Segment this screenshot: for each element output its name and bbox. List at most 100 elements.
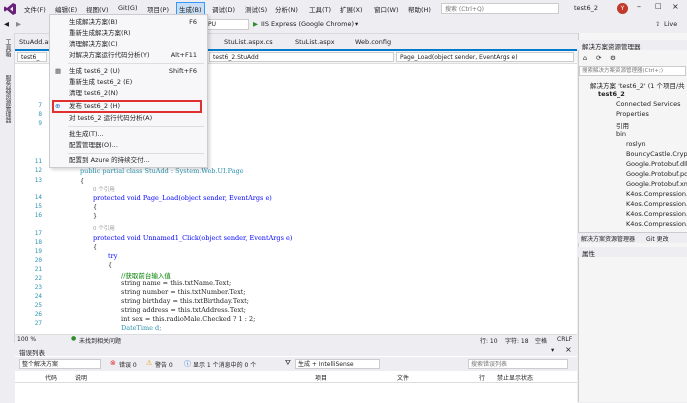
- tree-item[interactable]: Properties: [616, 110, 649, 118]
- tree-item[interactable]: K4os.Compression.L: [626, 220, 687, 228]
- solution-explorer-title: 解决方案资源管理器: [582, 43, 641, 51]
- close-icon[interactable]: ×: [672, 2, 679, 11]
- menu-item-analyze-project[interactable]: 对 test6_2 运行代码分析(A): [50, 113, 207, 124]
- menu-item-build-solution[interactable]: 生成解决方案(B) F6: [50, 17, 207, 28]
- tree-item[interactable]: Connected Services: [616, 100, 680, 108]
- tree-item[interactable]: BouncyCastle.Crypt: [626, 150, 687, 158]
- project-dropdown[interactable]: test6_: [17, 52, 47, 62]
- menu-project[interactable]: 项目(P): [147, 4, 169, 14]
- editor-status-bar: 100 % ● 未找到相关问题 行: 10 字符: 18 空格 CRLF: [15, 334, 577, 345]
- run-target-button[interactable]: IIS Express (Google Chrome): [261, 20, 354, 28]
- tree-item[interactable]: K4os.Compression.L: [626, 200, 687, 208]
- error-table-header: 代码 说明 项目 文件 行 禁止显示状态: [15, 372, 577, 383]
- menu-separator: [68, 63, 204, 64]
- build-icon: ▦: [55, 67, 62, 75]
- tree-solution[interactable]: 解决方案 'test6_2' (1 个项目/共: [590, 80, 685, 90]
- warning-count-button[interactable]: 警告 0: [155, 360, 173, 369]
- menu-file[interactable]: 文件(F): [24, 4, 46, 14]
- menu-test[interactable]: 测试(S): [245, 4, 267, 14]
- menu-extensions[interactable]: 扩展(X): [340, 4, 363, 14]
- scope-dropdown[interactable]: 整个解决方案: [19, 359, 101, 369]
- tree-item[interactable]: K4os.Compression.L: [626, 190, 687, 198]
- zoom-level[interactable]: 100 %: [17, 336, 36, 343]
- toolbox-tab[interactable]: 工具箱: [3, 39, 12, 57]
- tree-item[interactable]: roslyn: [626, 140, 646, 148]
- tab-web-config[interactable]: Web.config: [351, 37, 395, 49]
- menu-item-batch-build[interactable]: 批生成(T)...: [50, 129, 207, 140]
- menu-item-clean-solution[interactable]: 清理解决方案(C): [50, 39, 207, 50]
- minimize-icon[interactable]: –: [637, 2, 641, 11]
- code-line: string name = this.txtName.Text;: [121, 279, 232, 287]
- col-description[interactable]: 说明: [75, 373, 87, 382]
- tab-solution-explorer[interactable]: 解决方案资源管理器: [581, 234, 635, 243]
- menu-edit[interactable]: 编辑(E): [55, 4, 77, 14]
- menu-separator: [68, 126, 204, 127]
- home-icon[interactable]: ⌂: [583, 54, 587, 62]
- forward-icon[interactable]: ▶: [16, 20, 21, 28]
- col-file[interactable]: 文件: [397, 373, 409, 382]
- code-brace: {: [80, 177, 85, 185]
- tree-item[interactable]: bin: [616, 130, 626, 138]
- chevron-down-icon[interactable]: ▾: [355, 20, 358, 28]
- error-search-input[interactable]: 搜索错误列表: [468, 359, 568, 369]
- menu-help[interactable]: 帮助(H): [408, 4, 431, 14]
- tab-stulist-aspx[interactable]: StuList.aspx: [291, 37, 339, 49]
- col-line[interactable]: 行: [479, 373, 485, 382]
- code-line: string address = this.txtAddress.Text;: [121, 306, 246, 314]
- menu-item-config-manager[interactable]: 配置管理器(O)...: [50, 140, 207, 151]
- solution-search-input[interactable]: 搜索解决方案资源管理器(Ctrl+;): [579, 66, 686, 76]
- menu-debug[interactable]: 调试(D): [212, 4, 235, 14]
- menu-view[interactable]: 视图(V): [86, 4, 109, 14]
- col-suppression[interactable]: 禁止显示状态: [497, 373, 533, 382]
- menu-item-analyze-solution[interactable]: 对解决方案运行代码分析(Y) Alt+F11: [50, 50, 207, 61]
- back-icon[interactable]: ◀: [4, 20, 9, 28]
- solution-explorer-header: 解决方案资源管理器: [578, 40, 687, 51]
- live-share-button[interactable]: Live: [664, 20, 677, 28]
- error-icon: ⊗: [110, 359, 116, 367]
- col-code[interactable]: 代码: [45, 373, 57, 382]
- maximize-icon[interactable]: □: [655, 2, 662, 10]
- properties-header: 属性: [578, 247, 687, 258]
- info-icon: ⓘ: [184, 360, 191, 368]
- platform-dropdown[interactable]: PU: [205, 19, 249, 30]
- code-brace: }: [93, 212, 98, 220]
- tree-item[interactable]: Google.Protobuf.pd: [626, 170, 687, 178]
- build-source-dropdown[interactable]: 生成 + IntelliSense: [295, 359, 380, 369]
- tree-item[interactable]: 引用: [616, 120, 629, 130]
- menu-item-rebuild-solution[interactable]: 重新生成解决方案(R): [50, 28, 207, 39]
- tab-stulist-aspx-cs[interactable]: StuList.aspx.cs: [220, 37, 277, 49]
- settings-icon[interactable]: ⚙: [610, 54, 616, 62]
- sync-icon[interactable]: ⟳: [596, 54, 601, 62]
- menu-item-clean-project[interactable]: 清理 test6_2(N): [50, 88, 207, 99]
- tree-item[interactable]: Google.Protobuf.xm: [626, 180, 687, 188]
- server-explorer-tab[interactable]: 服务器资源管理器: [3, 75, 12, 123]
- spaces-indicator[interactable]: 空格: [535, 336, 547, 345]
- warning-icon: ⚠: [146, 359, 153, 367]
- live-share-icon[interactable]: ⇪: [655, 20, 660, 28]
- run-icon[interactable]: ▶: [253, 20, 258, 28]
- col-project[interactable]: 项目: [315, 373, 327, 382]
- menu-window[interactable]: 窗口(W): [374, 4, 399, 14]
- menu-tools[interactable]: 工具(T): [309, 4, 331, 14]
- menu-item-build-project[interactable]: ▦ 生成 test6_2 (U) Shift+F6: [50, 66, 207, 77]
- menu-analyze[interactable]: 分析(N): [275, 4, 298, 14]
- tree-item[interactable]: Google.Protobuf.dll: [626, 160, 687, 168]
- menu-git[interactable]: Git(G): [118, 4, 138, 12]
- member-dropdown[interactable]: Page_Load(object sender, EventArgs e): [396, 52, 574, 62]
- code-class-decl: public partial class StuAdd : System.Web…: [80, 167, 244, 175]
- tab-git-changes[interactable]: Git 更改: [646, 234, 669, 243]
- error-count-button[interactable]: 错误 0: [119, 360, 137, 369]
- menu-item-rebuild-project[interactable]: 重新生成 test6_2 (E): [50, 77, 207, 88]
- message-count-button[interactable]: 显示 1 个消息中的 0 个: [193, 360, 256, 369]
- tree-item[interactable]: K4os.Compression.L: [626, 210, 687, 218]
- tree-project[interactable]: test6_2: [598, 90, 625, 98]
- filter-icon[interactable]: ⛛: [285, 359, 291, 368]
- search-input[interactable]: 搜索 (Ctrl+Q): [441, 3, 559, 14]
- issues-status[interactable]: 未找到相关问题: [79, 336, 121, 345]
- avatar[interactable]: Y: [617, 3, 628, 14]
- close-icon[interactable]: ×: [565, 345, 572, 354]
- menu-item-azure-delivery[interactable]: 配置到 Azure 的持续交付...: [50, 155, 207, 166]
- pin-icon[interactable]: ▾: [551, 346, 554, 354]
- class-dropdown[interactable]: test6_2.StuAdd: [209, 52, 394, 62]
- eol-indicator[interactable]: CRLF: [557, 336, 572, 343]
